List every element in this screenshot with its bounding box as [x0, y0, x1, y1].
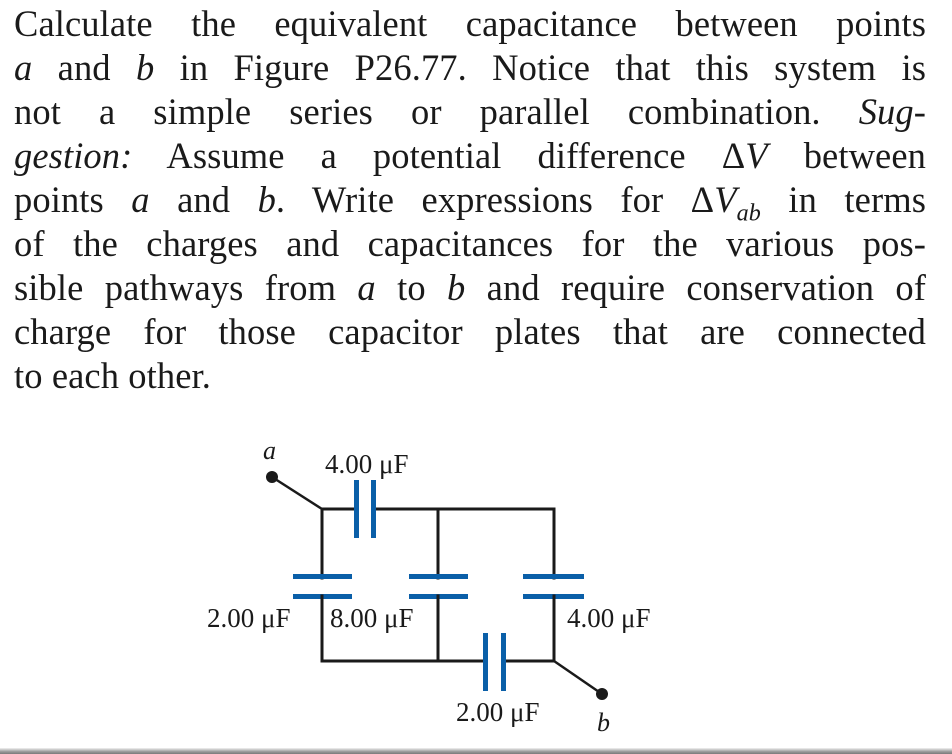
- bottom-capacitor-label: 2.00 μF: [456, 697, 540, 727]
- lead-wire-a: [271, 475, 323, 511]
- top-capacitor-plate-1: [354, 480, 359, 538]
- terminal-b: [596, 688, 608, 700]
- bottom-capacitor-plate-1: [483, 633, 488, 691]
- bottom-capacitor-plate-2: [501, 633, 506, 691]
- right-capacitor-plate-1: [523, 574, 584, 579]
- right-capacitor-label: 4.00 μF: [567, 603, 651, 633]
- middle-capacitor-label: 8.00 μF: [330, 603, 414, 633]
- circuit-diagram: a 4.00 μF 2.00 μF 8.00 μF 4.00 μF 2.00 μ…: [207, 436, 651, 737]
- lead-wire-b: [553, 659, 603, 696]
- bottom-border: [0, 748, 952, 754]
- top-capacitor-plate-2: [371, 480, 376, 538]
- middle-capacitor-plate-1: [409, 574, 468, 579]
- left-capacitor-plate-1: [293, 574, 352, 579]
- terminal-a: [266, 471, 278, 483]
- top-capacitor-label: 4.00 μF: [325, 449, 409, 479]
- left-capacitor-label: 2.00 μF: [207, 603, 291, 633]
- point-b-label: b: [597, 708, 610, 737]
- point-a-label: a: [263, 436, 276, 465]
